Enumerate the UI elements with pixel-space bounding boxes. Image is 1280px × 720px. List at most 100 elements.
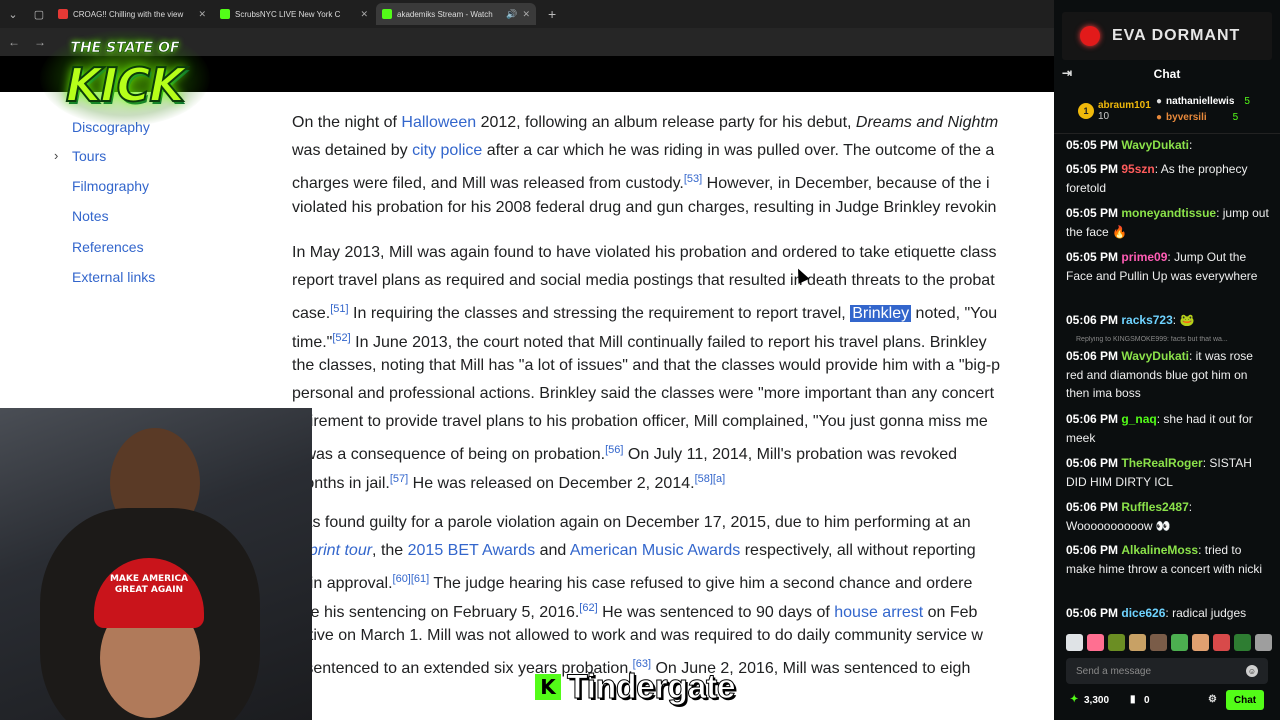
- citation-52[interactable]: [52]: [332, 332, 350, 344]
- link-american-music-awards[interactable]: American Music Awards: [570, 542, 740, 559]
- msg-user[interactable]: racks723: [1121, 313, 1172, 327]
- emote-bar: [1066, 634, 1272, 651]
- back-arrow-icon[interactable]: ←: [8, 35, 20, 49]
- msg-user[interactable]: dice626: [1121, 606, 1165, 620]
- chat-message: 05:05 PM WavyDukati:: [1066, 138, 1193, 152]
- browser-tab-bar: ⌄ ▢ CROAG!! Chilling with the view ✕ Scr…: [0, 0, 1062, 28]
- msg-user[interactable]: 95szn: [1121, 162, 1154, 176]
- chat-input[interactable]: Send a message ☺: [1066, 658, 1268, 684]
- collapse-chat-icon[interactable]: ⇥: [1062, 66, 1072, 80]
- emote-icon[interactable]: [1087, 634, 1104, 651]
- msg-time: 05:06 PM: [1066, 313, 1119, 327]
- gifter-count: 5: [1244, 96, 1250, 107]
- live-dot-icon: [1080, 26, 1100, 46]
- chat-header: ⇥ Chat: [1054, 62, 1280, 86]
- toc-item-notes[interactable]: Notes: [72, 208, 109, 224]
- tab-search-icon[interactable]: ⌄: [0, 0, 26, 28]
- text: However, in December, because of the i: [702, 175, 990, 193]
- chat-message: 05:06 PM dice626: radical judges: [1066, 606, 1247, 620]
- citation-57[interactable]: [57]: [390, 473, 408, 485]
- settings-gear-icon[interactable]: ⚙: [1208, 694, 1217, 705]
- new-tab-icon[interactable]: +: [548, 6, 556, 22]
- tab-title: CROAG!! Chilling with the view: [73, 9, 184, 19]
- msg-user[interactable]: AlkalineMoss: [1121, 543, 1198, 557]
- text: noted, "You: [911, 305, 998, 323]
- text: violated his probation for his 2008 fede…: [292, 198, 997, 216]
- text: the classes, noting that Mill has "a lot…: [292, 356, 1001, 374]
- msg-time: 05:06 PM: [1066, 456, 1119, 470]
- msg-user[interactable]: WavyDukati: [1121, 138, 1189, 152]
- msg-time: 05:05 PM: [1066, 250, 1119, 264]
- link-halloween[interactable]: Halloween: [401, 114, 476, 131]
- kick-favicon-icon: [382, 9, 392, 19]
- tab-audio-icon[interactable]: 🔊: [506, 9, 517, 20]
- bronze-badge-icon: ●: [1156, 112, 1163, 123]
- chat-message: 05:06 PM Ruffles2487: Woooooooooow 👀: [1066, 500, 1193, 533]
- msg-user[interactable]: WavyDukati: [1121, 349, 1189, 363]
- logo-title: KICK: [65, 57, 186, 113]
- citation-60-61[interactable]: [60][61]: [393, 573, 430, 585]
- msg-text: Woooooooooow 👀: [1066, 518, 1171, 533]
- send-chat-button[interactable]: Chat: [1226, 690, 1264, 710]
- tab-title: akademiks Stream - Watch: [397, 9, 493, 19]
- link-house-arrest[interactable]: house arrest: [834, 604, 923, 621]
- citation-62[interactable]: [62]: [579, 602, 597, 614]
- msg-user[interactable]: moneyandtissue: [1121, 206, 1216, 220]
- kick-logo-icon: K: [535, 674, 561, 700]
- emote-icon[interactable]: [1129, 634, 1146, 651]
- browser-tab-3[interactable]: akademiks Stream - Watch 🔊 ✕: [376, 3, 536, 25]
- toc-item-external-links[interactable]: External links: [72, 269, 155, 285]
- link-bet-awards[interactable]: 2015 BET Awards: [408, 542, 536, 559]
- citation-58a[interactable]: [58][a]: [695, 473, 726, 485]
- msg-time: 05:05 PM: [1066, 138, 1119, 152]
- gifter-2[interactable]: ● nathaniellewis 5: [1156, 96, 1250, 107]
- toc-item-tours[interactable]: Tours: [72, 148, 106, 164]
- text-line: months in jail.[57] He was released on D…: [292, 465, 1054, 493]
- emote-icon[interactable]: [1150, 634, 1167, 651]
- logo-subtitle: THE STATE OF: [70, 40, 180, 57]
- msg-user[interactable]: prime09: [1121, 250, 1167, 264]
- emote-icon[interactable]: [1108, 634, 1125, 651]
- tab-group-icon[interactable]: ▢: [26, 0, 52, 28]
- text-line: report travel plans as required and soci…: [292, 267, 1054, 295]
- silver-badge-icon: ●: [1156, 96, 1163, 107]
- streamer-name: EVA DORMANT: [1112, 27, 1241, 44]
- text: was found guilty for a parole violation …: [292, 514, 971, 531]
- emote-icon[interactable]: [1171, 634, 1188, 651]
- link-city-police[interactable]: city police: [412, 142, 482, 159]
- article-paragraph-3: was found guilty for a parole violation …: [292, 509, 1054, 678]
- emote-icon[interactable]: [1255, 634, 1272, 651]
- citation-53[interactable]: [53]: [684, 173, 702, 185]
- emote-icon[interactable]: [1213, 634, 1230, 651]
- text: respectively, all without reporting: [740, 542, 976, 560]
- msg-user[interactable]: TheRealRoger: [1121, 456, 1202, 470]
- emoji-picker-icon[interactable]: ☺: [1246, 665, 1258, 677]
- msg-user[interactable]: g_naq: [1121, 412, 1156, 426]
- chevron-right-icon[interactable]: ›: [54, 148, 58, 163]
- gold-badge-icon: 1: [1078, 103, 1094, 119]
- toc-item-filmography[interactable]: Filmography: [72, 178, 149, 194]
- msg-user[interactable]: Ruffles2487: [1121, 500, 1188, 514]
- caption-text: Tindergate: [566, 667, 736, 706]
- text: He was sentenced to 90 days of: [597, 603, 835, 621]
- citation-56[interactable]: [56]: [605, 444, 623, 456]
- gifter-name: nathaniellewis: [1166, 96, 1235, 107]
- toc-item-references[interactable]: References: [72, 239, 144, 255]
- text-line: the classes, noting that Mill has "a lot…: [292, 352, 1054, 380]
- emote-icon[interactable]: [1234, 634, 1251, 651]
- tab-close-icon[interactable]: ✕: [360, 9, 368, 20]
- emote-icon[interactable]: [1066, 634, 1083, 651]
- gifter-1[interactable]: 1 abraum101 10: [1078, 100, 1151, 122]
- text: 2012, following an album release party f…: [476, 114, 856, 131]
- browser-tab-2[interactable]: ScrubsNYC LIVE New York C ✕: [214, 3, 374, 25]
- tab-close-icon[interactable]: ✕: [522, 9, 530, 20]
- article-paragraph-1: On the night of Halloween 2012, followin…: [292, 109, 1054, 222]
- points-icon: ✦: [1070, 694, 1079, 705]
- citation-51[interactable]: [51]: [330, 303, 348, 315]
- kick-favicon-icon: [220, 9, 230, 19]
- emote-icon[interactable]: [1192, 634, 1209, 651]
- tab-close-icon[interactable]: ✕: [198, 9, 206, 20]
- text: He was released on December 2, 2014.: [408, 474, 695, 492]
- gifter-3[interactable]: ● byversili 5: [1156, 112, 1238, 123]
- browser-tab-1[interactable]: CROAG!! Chilling with the view ✕: [52, 3, 212, 25]
